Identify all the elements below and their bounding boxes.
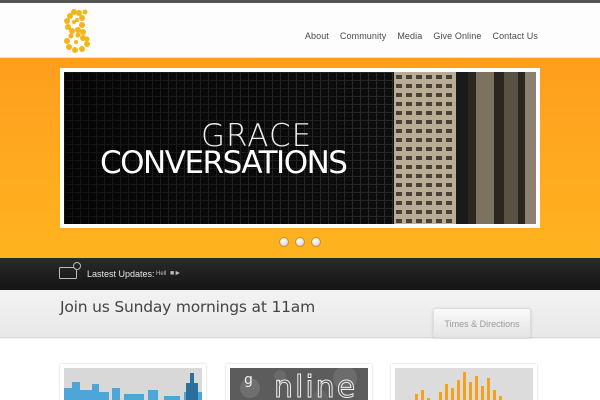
thumbnail-skyline[interactable]: [60, 364, 206, 400]
join-heading: Join us Sunday mornings at 11am: [60, 298, 315, 316]
nav-contact-us[interactable]: Contact Us: [492, 31, 538, 41]
online-thumbnail-text: nline: [273, 370, 358, 400]
times-directions-button[interactable]: Times & Directions: [433, 308, 531, 338]
audio-bars-image: [395, 368, 533, 400]
updates-bar: Lastest Updates: Hell ■►: [0, 258, 600, 290]
updates-link-icon[interactable]: ■►: [170, 270, 181, 277]
online-thumbnail-g: g: [244, 372, 253, 388]
thumbnail-audio[interactable]: [391, 364, 537, 400]
slide-title-conversations: CONVERSATIONS: [100, 145, 348, 181]
updates-label: Lastest Updates:: [87, 269, 155, 279]
nav-media[interactable]: Media: [397, 31, 422, 41]
thumbnail-online[interactable]: g nline: [226, 364, 372, 400]
clock-icon: [73, 262, 81, 270]
slide-dot-2[interactable]: [295, 237, 305, 247]
join-strip: Join us Sunday mornings at 11am Times & …: [0, 290, 600, 338]
slide-pagination: [279, 237, 321, 247]
site-header: About Community Media Give Online Contac…: [0, 3, 600, 58]
feature-thumbnails: g nline: [0, 339, 600, 400]
slide-dot-3[interactable]: [311, 237, 321, 247]
nav-about[interactable]: About: [305, 31, 329, 41]
hero-slide[interactable]: GRACE CONVERSATIONS: [60, 68, 540, 228]
hero-banner: GRACE CONVERSATIONS: [0, 58, 600, 258]
city-skyline-image: [64, 368, 202, 400]
slide-dot-1[interactable]: [279, 237, 289, 247]
grace-logo-icon[interactable]: [60, 6, 98, 58]
nav-community[interactable]: Community: [340, 31, 386, 41]
nav-give-online[interactable]: Give Online: [433, 31, 481, 41]
updates-text[interactable]: Hell: [156, 271, 166, 277]
main-nav: About Community Media Give Online Contac…: [294, 31, 538, 41]
